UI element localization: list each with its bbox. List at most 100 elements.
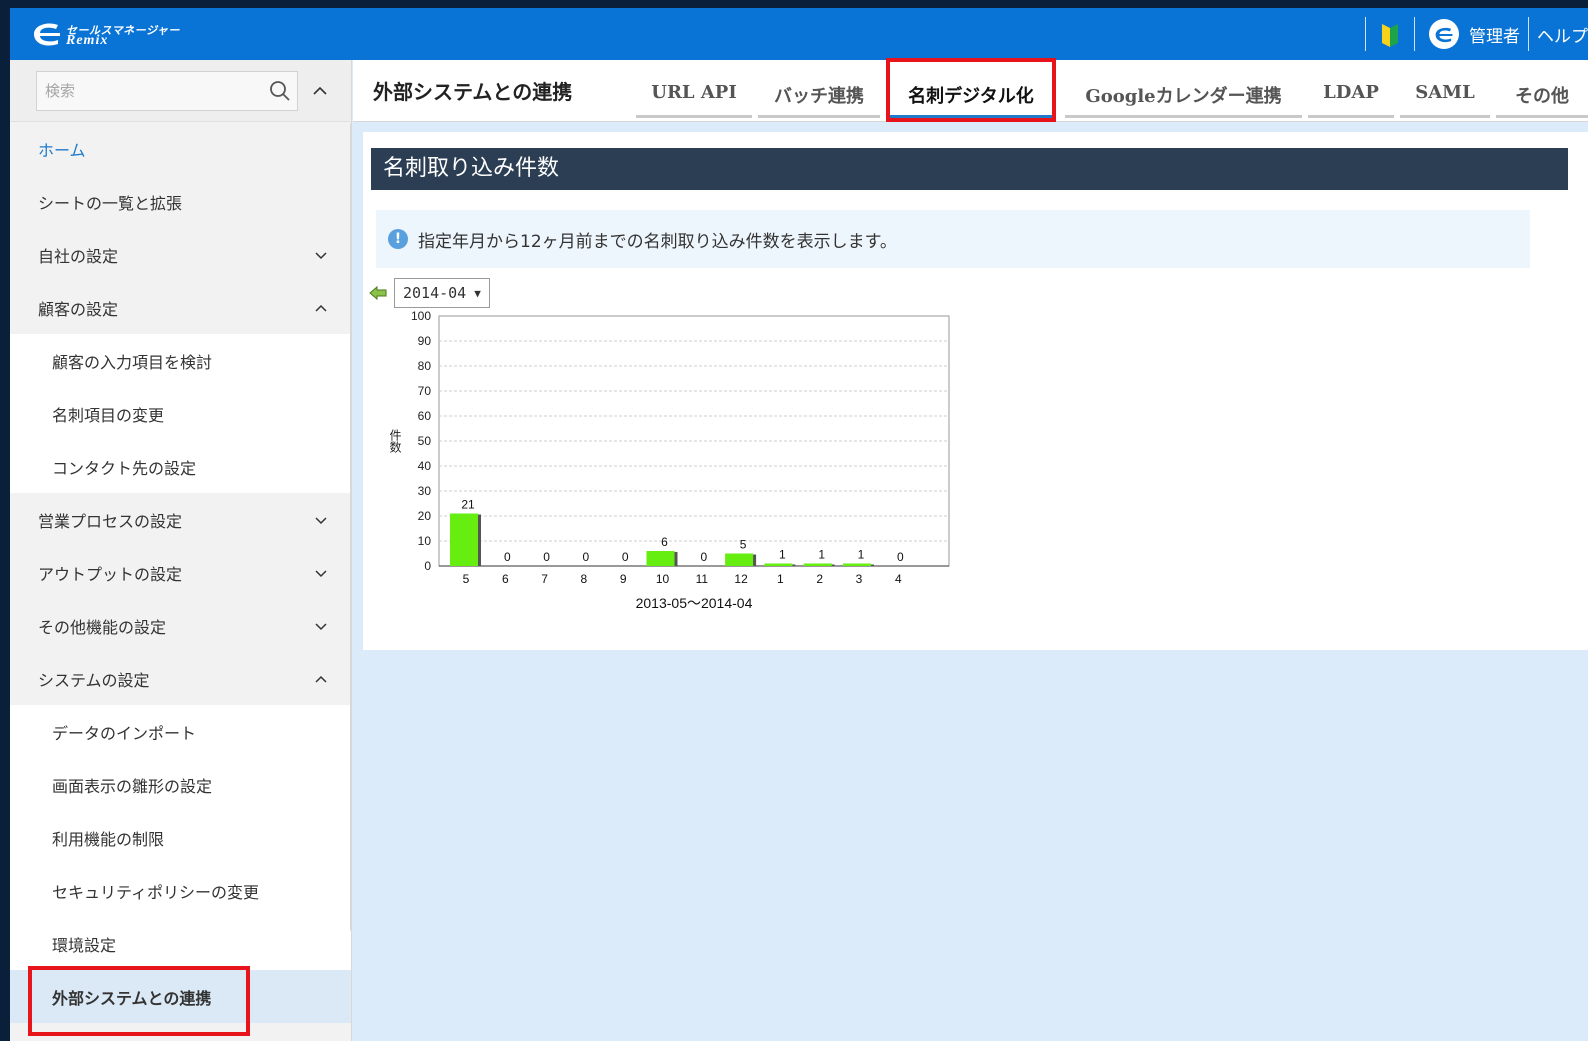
help-link[interactable]: ヘルプ [1537,22,1588,47]
search-input[interactable] [37,72,257,110]
header-right-area: 管理者 ヘルプ [1351,8,1588,60]
section-heading: 名刺取り込み件数 [371,148,1568,190]
sidebar-item-label: 顧客の入力項目を検討 [52,352,213,372]
chevron-up-icon[interactable] [313,671,329,687]
tab-6[interactable]: その他 [1496,78,1588,118]
y-tick-label: 40 [418,459,432,473]
info-message: ! 指定年月から12ヶ月前までの名刺取り込み件数を表示します。 [376,210,1530,268]
tab-3[interactable]: Googleカレンダー連携 [1065,78,1302,118]
sidebar-item-label: 利用機能の制限 [52,829,165,849]
sidebar-item-9[interactable]: その他機能の設定 [10,599,351,652]
chevron-up-icon[interactable] [313,300,329,316]
highlight-box-sidebar [28,966,250,1036]
x-tick-label: 11 [696,572,709,586]
x-tick-label: 10 [656,572,670,586]
y-tick-label: 60 [418,409,432,423]
app-logo[interactable]: セールスマネージャー Remix [30,16,240,52]
sidebar-item-label: セキュリティポリシーの変更 [52,882,260,902]
data-label: 0 [897,550,904,564]
info-icon: ! [388,229,408,249]
x-tick-label: 7 [541,572,548,586]
sidebar-item-0[interactable]: ホーム [10,122,351,175]
chevron-down-icon[interactable] [313,618,329,634]
data-label: 1 [858,548,865,562]
arrow-left-icon[interactable] [369,285,387,301]
sidebar-item-label: アウトプットの設定 [38,564,183,584]
data-label: 1 [779,548,786,562]
sidebar: ホームシートの一覧と拡張自社の設定顧客の設定顧客の入力項目を検討名刺項目の変更コ… [10,60,352,1041]
admin-avatar-icon[interactable] [1429,19,1459,49]
y-tick-label: 10 [418,534,432,548]
bar [450,513,478,566]
divider [1365,17,1366,51]
sidebar-item-label: 顧客の設定 [38,299,119,319]
x-tick-label: 8 [581,572,588,586]
data-label: 0 [583,550,590,564]
tab-1[interactable]: バッチ連携 [758,78,880,118]
sidebar-item-label: 環境設定 [52,935,117,955]
sidebar-item-label: 名刺項目の変更 [52,405,165,425]
page-title: 外部システムとの連携 [373,80,573,104]
bar [764,563,793,566]
beginner-mark-icon[interactable] [1380,20,1400,48]
data-label: 0 [622,550,629,564]
data-label: 5 [740,538,747,552]
month-dropdown-value: 2014-04 [403,284,467,302]
sidebar-menu: ホームシートの一覧と拡張 自社の設定顧客の設定顧客の入力項目を検討 名刺項目の変更コ… [10,122,351,1023]
x-tick-label: 6 [502,572,509,586]
sidebar-item-8[interactable]: アウトプットの設定 [10,546,351,599]
x-axis-label: 2013-05～2014-04 [636,595,753,611]
sidebar-search-box [36,71,298,111]
x-tick-label: 3 [856,572,863,586]
info-text: 指定年月から12ヶ月前までの名刺取り込み件数を表示します。 [418,231,897,252]
y-tick-label: 90 [418,334,432,348]
sidebar-item-6[interactable]: コンタクト先の設定 [10,440,351,493]
y-tick-label: 80 [418,359,432,373]
month-selector-row: 2014-04 ▼ [369,278,490,308]
data-label: 1 [818,548,825,562]
tab-4[interactable]: LDAP [1308,78,1394,118]
sidebar-item-3[interactable]: 顧客の設定 [10,281,351,334]
sidebar-scrollbar[interactable] [350,122,351,932]
sidebar-item-1[interactable]: シートの一覧と拡張 [10,175,351,228]
sidebar-item-label: その他機能の設定 [38,617,167,637]
data-label: 0 [700,550,707,564]
data-label: 0 [543,550,550,564]
data-label: 0 [504,550,511,564]
sidebar-item-11[interactable]: データのインポート [10,705,351,758]
sidebar-item-14[interactable]: セキュリティポリシーの変更 [10,864,351,917]
caret-down-icon: ▼ [474,286,481,300]
sidebar-item-12[interactable]: 画面表示の雛形の設定 [10,758,351,811]
chevron-up-icon[interactable] [310,81,330,101]
divider [1414,17,1415,51]
sidebar-item-15[interactable]: 環境設定 [10,917,351,970]
sidebar-item-4[interactable]: 顧客の入力項目を検討 [10,334,351,387]
sidebar-item-10[interactable]: システムの設定 [10,652,351,705]
search-icon[interactable] [269,80,291,102]
bar [725,553,754,566]
sidebar-item-5[interactable]: 名刺項目の変更 [10,387,351,440]
sidebar-item-2[interactable]: 自社の設定 [10,228,351,281]
divider [1528,17,1529,51]
sidebar-item-7[interactable]: 営業プロセスの設定 [10,493,351,546]
month-dropdown[interactable]: 2014-04 ▼ [394,278,490,308]
tab-5[interactable]: SAML [1400,78,1490,118]
y-tick-label: 20 [418,509,432,523]
chevron-down-icon[interactable] [313,512,329,528]
chevron-down-icon[interactable] [313,247,329,263]
y-tick-label: 30 [418,484,432,498]
sidebar-item-label: ホーム [38,140,86,160]
sidebar-item-13[interactable]: 利用機能の制限 [10,811,351,864]
x-tick-label: 5 [463,572,470,586]
admin-menu[interactable]: 管理者 [1469,22,1520,47]
chevron-down-icon[interactable] [313,565,329,581]
y-tick-label: 70 [418,384,432,398]
y-tick-label: 0 [424,559,431,573]
highlight-box-tab [886,58,1056,122]
y-axis-label: 件数 [388,429,402,454]
bar [803,563,832,566]
data-label: 6 [661,535,668,549]
x-tick-label: 4 [895,572,902,586]
sidebar-item-label: 営業プロセスの設定 [38,511,183,531]
tab-0[interactable]: URL API [636,78,752,118]
